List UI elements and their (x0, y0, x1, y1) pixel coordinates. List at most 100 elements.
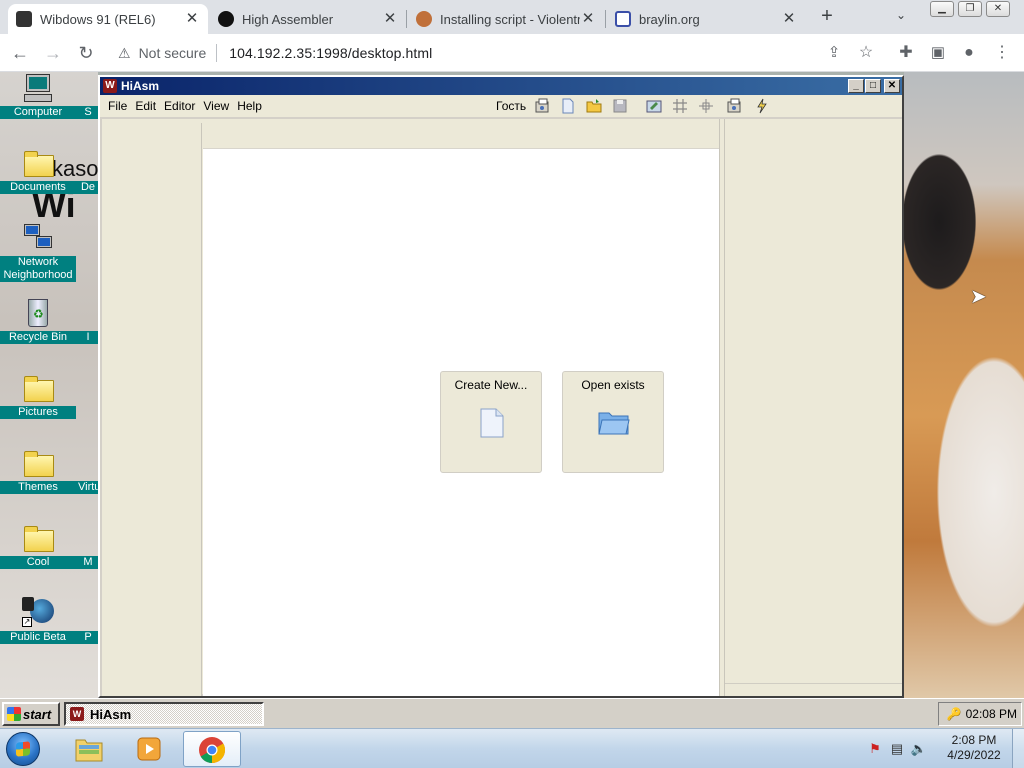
tab-braylin[interactable]: braylin.org ✕ (607, 4, 805, 34)
action-center-flag-icon[interactable]: ⚑ (866, 740, 884, 758)
restore-icon[interactable]: ❐ (958, 1, 982, 17)
clock-date: 4/29/2022 (947, 748, 1001, 762)
tab-title: braylin.org (639, 11, 700, 27)
icon-label: Network Neighborhood (0, 256, 76, 282)
forward-arrow-icon[interactable]: → (41, 41, 65, 65)
create-new-label: Create New... (454, 378, 528, 392)
key-icon[interactable]: 🔑 (947, 707, 962, 721)
icon-label: Cool (0, 556, 76, 569)
profile-avatar-icon[interactable]: ● (957, 41, 981, 65)
tab-high-assembler[interactable]: High Assembler ✕ (210, 4, 406, 34)
network-computers-icon (22, 222, 54, 254)
share-icon[interactable]: ⇪ (822, 41, 846, 65)
tab-wibdows[interactable]: Wibdows 91 (REL6) ✕ (8, 4, 208, 34)
globe-shortcut-icon: ↗ (22, 597, 54, 629)
extensions-puzzle-icon[interactable]: ✚ (894, 41, 918, 65)
folder-icon (22, 372, 54, 404)
window-controls: _ □ ✕ (848, 79, 900, 93)
new-file-icon (479, 408, 505, 438)
desktop-icon-network[interactable]: Network Neighborhood (0, 222, 76, 282)
save-disk-icon[interactable] (612, 98, 628, 114)
desktop-icon-documents[interactable]: Documents De (0, 147, 98, 194)
reload-icon[interactable]: ↻ (74, 41, 98, 65)
url-text[interactable]: 104.192.2.35:1998/desktop.html (229, 45, 432, 61)
hiasm-app-icon: W (70, 707, 84, 721)
open-exists-button[interactable]: Open exists (562, 371, 664, 473)
start-button[interactable]: start (2, 702, 60, 726)
browser-chrome: Wibdows 91 (REL6) ✕ High Assembler ✕ Ins… (0, 0, 1024, 72)
desktop-icon-pictures[interactable]: Pictures (0, 372, 76, 419)
taskbar-item-hiasm[interactable]: W HiAsm (64, 702, 264, 726)
close-icon[interactable]: ✕ (184, 11, 200, 27)
close-icon[interactable]: ✕ (986, 1, 1010, 17)
icon-label-stub: P (76, 631, 98, 644)
computer-icon (22, 72, 54, 104)
new-tab-button[interactable]: + (816, 6, 838, 28)
desktop-icon-themes[interactable]: Themes Virtu (0, 447, 98, 494)
tab-violentmonkey[interactable]: Installing script - Violentm ✕ (408, 4, 604, 34)
tray-clock[interactable]: 02:08 PM (966, 707, 1017, 721)
start-label: start (23, 706, 52, 722)
form-editor-icon[interactable] (646, 98, 662, 114)
close-icon[interactable]: ✕ (781, 11, 797, 27)
chrome-pin[interactable] (183, 731, 241, 767)
icon-label: Documents (0, 181, 76, 194)
menu-editor[interactable]: Editor (160, 99, 199, 113)
close-button[interactable]: ✕ (884, 79, 900, 93)
user-name[interactable]: Гость (496, 99, 526, 113)
desktop-icon-cool[interactable]: Cool M (0, 522, 98, 569)
show-desktop-button[interactable] (1012, 729, 1024, 768)
network-icon[interactable]: ▤ (888, 740, 906, 758)
window-titlebar[interactable]: W HiAsm _ □ ✕ (100, 77, 902, 95)
lightning-icon[interactable] (754, 98, 770, 114)
recycle-bin-icon: ♻ (22, 297, 54, 329)
minimize-button[interactable]: _ (848, 79, 864, 93)
tab-separator (406, 10, 407, 28)
editor-canvas[interactable]: Create New... Open exists (203, 149, 719, 696)
component-palette[interactable] (102, 123, 202, 696)
menu-edit[interactable]: Edit (131, 99, 160, 113)
grid-icon[interactable] (672, 98, 688, 114)
win7-taskbar: ⚑ ▤ 🔈 2:08 PM 4/29/2022 (0, 728, 1024, 768)
desktop-icon-recycle-bin[interactable]: ♻ Recycle Bin I (0, 297, 98, 344)
menu-help[interactable]: Help (233, 99, 266, 113)
crosshair-icon[interactable] (698, 98, 714, 114)
desktop-icon-computer[interactable]: Computer S (0, 72, 98, 119)
settings-icon[interactable] (534, 98, 550, 114)
clock[interactable]: 2:08 PM 4/29/2022 (940, 733, 1008, 763)
open-folder-icon (598, 410, 630, 436)
create-new-button[interactable]: Create New... (440, 371, 542, 473)
tab-title: Installing script - Violentm (440, 11, 580, 27)
maximize-button[interactable]: □ (865, 79, 881, 93)
new-file-icon[interactable] (560, 98, 576, 114)
close-icon[interactable]: ✕ (580, 11, 596, 27)
tab-search-chevron-icon[interactable]: ⌄ (896, 8, 906, 22)
high-assembler-favicon-icon (218, 11, 234, 27)
close-icon[interactable]: ✕ (382, 11, 398, 27)
folder-icon (22, 447, 54, 479)
address-bar[interactable]: ⚠ Not secure 104.192.2.35:1998/desktop.h… (106, 39, 896, 67)
explorer-pin[interactable] (60, 731, 118, 767)
desktop-icon-public-beta[interactable]: ↗ Public Beta P (0, 597, 98, 644)
minimize-icon[interactable]: ▁ (930, 1, 954, 17)
open-folder-icon[interactable] (586, 98, 602, 114)
media-player-pin[interactable] (120, 731, 178, 767)
kebab-menu-icon[interactable]: ⋮ (990, 41, 1014, 65)
side-panel-icon[interactable]: ▣ (926, 41, 950, 65)
back-arrow-icon[interactable]: ← (8, 41, 32, 65)
window-controls: ▁ ❐ ✕ (930, 1, 1010, 17)
bookmark-star-icon[interactable]: ☆ (854, 41, 878, 65)
tab-separator (605, 10, 606, 28)
browser-toolbar: ← → ↻ ⚠ Not secure 104.192.2.35:1998/des… (0, 34, 1024, 72)
divider (216, 44, 218, 62)
volume-icon[interactable]: 🔈 (910, 740, 928, 758)
properties-icon[interactable] (726, 98, 742, 114)
menu-view[interactable]: View (199, 99, 233, 113)
icon-label: Public Beta (0, 631, 76, 644)
menu-file[interactable]: File (104, 99, 131, 113)
icon-label-stub: De (76, 181, 98, 194)
security-status[interactable]: Not secure (139, 45, 207, 61)
folder-icon (22, 522, 54, 554)
properties-panel[interactable] (725, 119, 902, 696)
start-orb-icon[interactable] (6, 732, 40, 766)
